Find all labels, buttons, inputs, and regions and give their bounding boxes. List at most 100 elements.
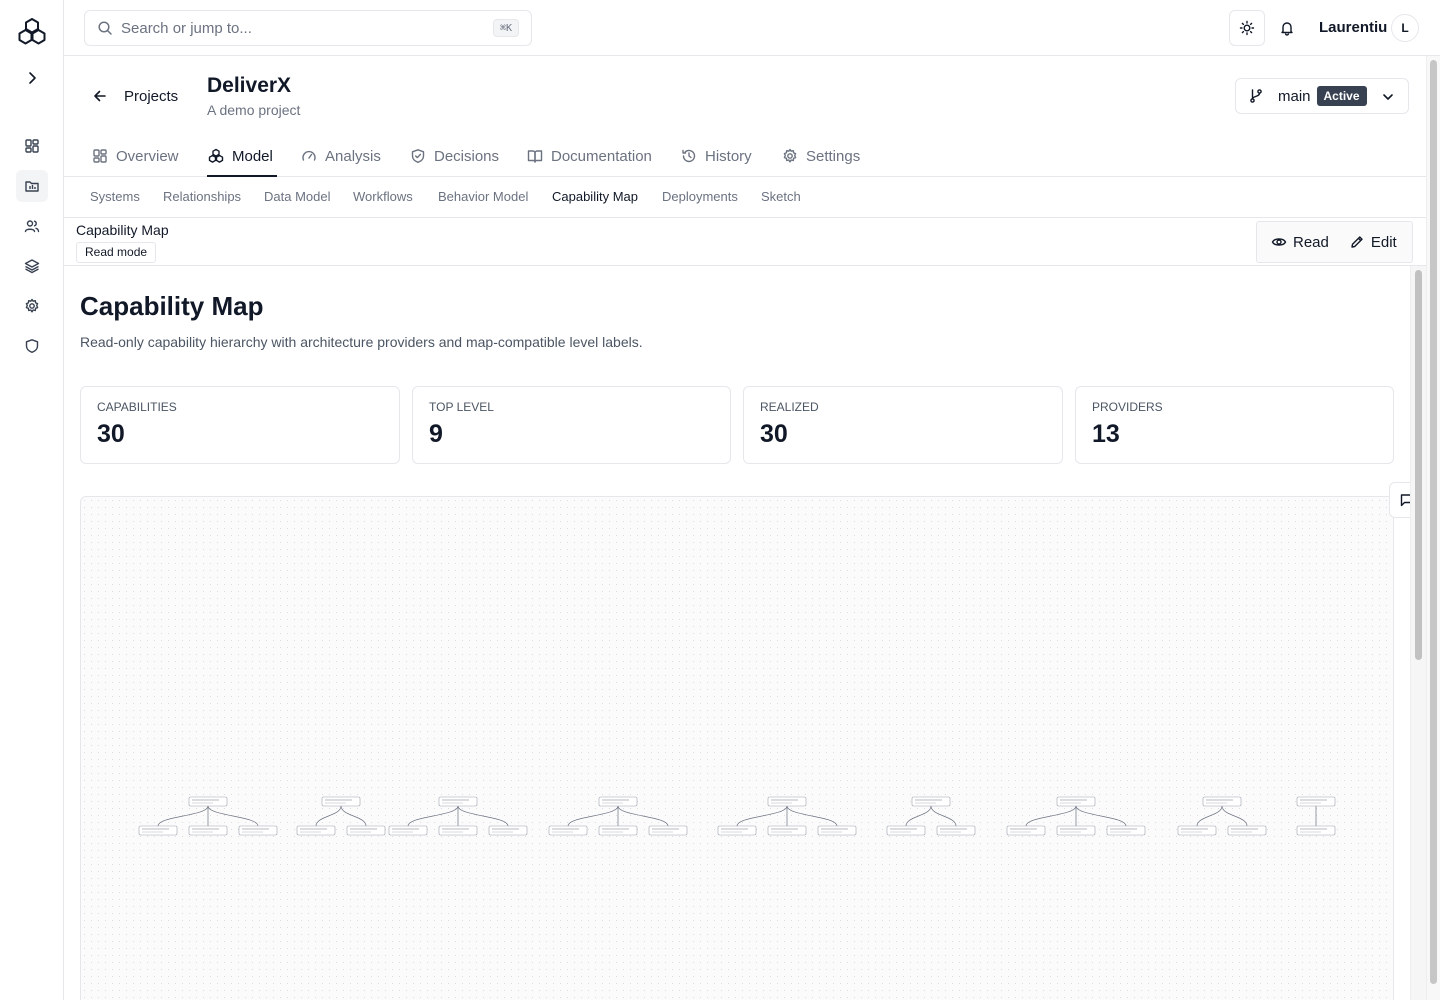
read-button[interactable]: Read	[1257, 222, 1339, 262]
dashboard-icon[interactable]	[16, 130, 48, 162]
layers-icon[interactable]	[16, 250, 48, 282]
projects-back-link[interactable]: Projects	[124, 88, 178, 105]
subtab-workflows[interactable]: Workflows	[353, 189, 413, 204]
capability-root-node	[1296, 796, 1336, 807]
capability-edge	[736, 805, 788, 827]
read-label: Read	[1293, 233, 1329, 251]
capability-child-node	[138, 825, 178, 836]
mode-badge: Read mode	[76, 242, 157, 263]
edit-button[interactable]: Edit	[1339, 222, 1407, 262]
book-icon	[527, 148, 543, 164]
sun-icon	[1239, 20, 1255, 36]
subtab-capability-map[interactable]: Capability Map	[552, 189, 638, 204]
search-input[interactable]: Search or jump to... ⌘K	[84, 10, 532, 46]
subtab-deployments[interactable]: Deployments	[662, 189, 738, 204]
tab-analysis[interactable]: Analysis	[301, 136, 381, 176]
capability-root-node	[188, 796, 228, 807]
capability-child-node	[1006, 825, 1046, 836]
subtab-systems[interactable]: Systems	[90, 189, 140, 204]
stat-label: TOP LEVEL	[429, 400, 494, 414]
history-icon	[681, 148, 697, 164]
tab-label: Model	[232, 147, 273, 165]
capability-child-node	[388, 825, 428, 836]
subtab-data-model[interactable]: Data Model	[264, 189, 330, 204]
tab-label: Overview	[116, 147, 179, 165]
bell-icon	[1279, 20, 1295, 36]
capability-root-node	[321, 796, 361, 807]
capability-tree-diagram	[138, 796, 1336, 836]
project-description: A demo project	[207, 102, 301, 118]
tab-decisions[interactable]: Decisions	[410, 136, 499, 176]
tab-model[interactable]: Model	[207, 136, 277, 177]
capability-edge	[930, 805, 957, 827]
model-subtabs: Systems Relationships Data Model Workflo…	[64, 177, 1426, 218]
settings-gear-icon[interactable]	[16, 290, 48, 322]
pencil-icon	[1349, 234, 1365, 250]
capability-child-node	[438, 825, 478, 836]
capability-child-node	[188, 825, 228, 836]
capability-child-node	[346, 825, 386, 836]
capability-root-node	[767, 796, 807, 807]
capability-child-node	[598, 825, 638, 836]
gauge-icon	[301, 148, 317, 164]
tab-overview[interactable]: Overview	[92, 136, 179, 176]
branch-selector[interactable]: main Active	[1235, 78, 1409, 114]
stat-value: 9	[429, 420, 443, 448]
capability-root-node	[911, 796, 951, 807]
tab-label: Documentation	[551, 147, 652, 165]
capability-child-node	[238, 825, 278, 836]
capability-root-node	[1056, 796, 1096, 807]
capability-edge	[617, 805, 669, 827]
capability-root-node	[598, 796, 638, 807]
capability-child-node	[1056, 825, 1096, 836]
content-scrollbar[interactable]	[1410, 266, 1426, 1000]
edit-label: Edit	[1370, 233, 1397, 251]
tab-history[interactable]: History	[681, 136, 752, 176]
notifications-button[interactable]	[1269, 10, 1305, 46]
scrollbar-thumb[interactable]	[1415, 270, 1422, 660]
capability-map-canvas[interactable]	[80, 496, 1394, 1000]
tab-settings[interactable]: Settings	[782, 136, 860, 176]
page-scrollbar[interactable]	[1426, 56, 1440, 1000]
capability-child-node	[817, 825, 857, 836]
capability-child-node	[1227, 825, 1267, 836]
avatar[interactable]: L	[1391, 14, 1419, 42]
user-name[interactable]: Laurentiu	[1319, 19, 1387, 36]
scrollbar-thumb[interactable]	[1430, 60, 1437, 984]
tab-label: Settings	[806, 147, 861, 165]
tab-documentation[interactable]: Documentation	[527, 136, 652, 176]
status-badge: Active	[1316, 86, 1367, 106]
git-branch-icon	[1248, 88, 1264, 104]
capability-child-node	[767, 825, 807, 836]
content-area: Capability Map Read-only capability hier…	[64, 266, 1410, 1000]
stat-value: 30	[97, 420, 125, 448]
capability-edge	[157, 805, 209, 827]
tab-label: History	[705, 147, 752, 165]
search-icon	[97, 20, 113, 36]
users-icon[interactable]	[16, 210, 48, 242]
app-logo-icon[interactable]	[16, 16, 48, 48]
capability-edge	[905, 805, 932, 827]
gear-icon	[782, 148, 798, 164]
capability-root-node	[438, 796, 478, 807]
back-arrow-icon[interactable]	[90, 86, 110, 106]
tab-label: Decisions	[434, 147, 500, 165]
capability-root-node	[1202, 796, 1242, 807]
capability-child-node	[648, 825, 688, 836]
capability-edge	[315, 805, 342, 827]
capability-child-node	[1177, 825, 1217, 836]
subtab-sketch[interactable]: Sketch	[761, 189, 801, 204]
eye-icon	[1271, 234, 1287, 250]
capability-child-node	[488, 825, 528, 836]
expand-chevron-icon[interactable]	[16, 62, 48, 94]
search-placeholder: Search or jump to...	[121, 19, 252, 37]
projects-folder-icon[interactable]	[16, 170, 48, 202]
subtab-behavior-model[interactable]: Behavior Model	[438, 189, 528, 204]
shield-icon[interactable]	[16, 330, 48, 362]
stat-label: PROVIDERS	[1092, 400, 1163, 414]
capability-child-node	[886, 825, 926, 836]
theme-toggle-button[interactable]	[1229, 10, 1265, 46]
stat-card-capabilities: CAPABILITIES 30	[80, 386, 400, 464]
subtab-relationships[interactable]: Relationships	[163, 189, 241, 204]
capability-child-node	[717, 825, 757, 836]
